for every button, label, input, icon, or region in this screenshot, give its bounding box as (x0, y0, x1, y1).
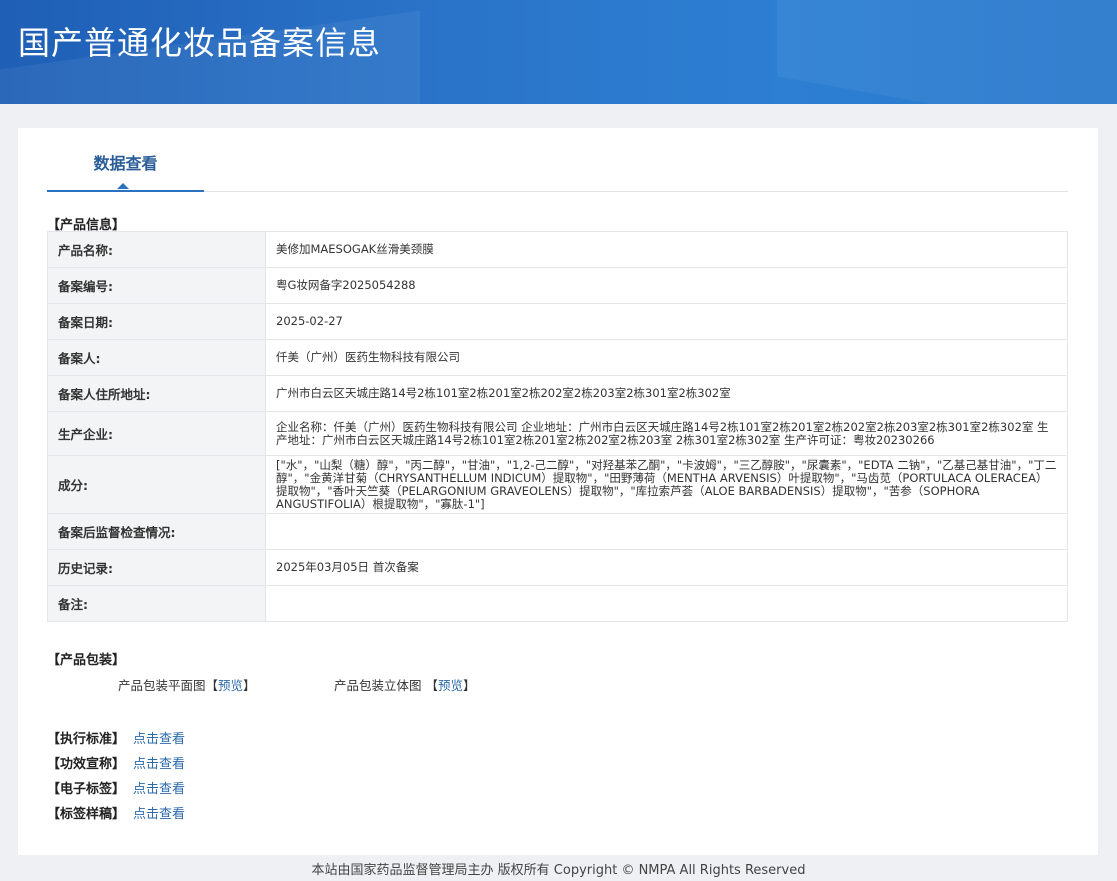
tab-bar: 数据查看 (47, 148, 1068, 192)
row-label: 产品名称: (47, 231, 266, 268)
content-panel: 数据查看 【产品信息】 产品名称: 美修加MAESOGAK丝滑美颈膜 备案编号:… (18, 128, 1098, 855)
row-label: 备案后监督检查情况: (47, 513, 266, 550)
e-label-view-link[interactable]: 点击查看 (133, 782, 185, 797)
row-label: 生产企业: (47, 411, 266, 456)
link-row-label: 【功效宣称】 (47, 757, 126, 772)
row-label: 备案编号: (47, 267, 266, 304)
row-value (265, 513, 1068, 550)
link-row-label: 【标签样稿】 (47, 807, 126, 822)
table-row: 备案编号: 粤G妆网备字2025054288 (47, 267, 1068, 304)
header-banner: 国产普通化妆品备案信息 (0, 0, 1117, 104)
row-value: 广州市白云区天城庄路14号2栋101室2栋201室2栋202室2栋203室2栋3… (265, 375, 1068, 412)
link-row-standard: 【执行标准】 点击查看 (47, 728, 185, 747)
footer-copyright: 本站由国家药品监督管理局主办 版权所有 Copyright © NMPA All… (311, 863, 806, 878)
row-label: 备案日期: (47, 303, 266, 340)
link-row-label: 【执行标准】 (47, 732, 126, 747)
table-row: 备案后监督检查情况: (47, 513, 1068, 550)
package-solid-label: 产品包装立体图 (334, 678, 422, 693)
table-row: 备案人住所地址: 广州市白云区天城庄路14号2栋101室2栋201室2栋202室… (47, 375, 1068, 412)
standard-view-link[interactable]: 点击查看 (133, 732, 185, 747)
link-row-e-label: 【电子标签】 点击查看 (47, 778, 185, 797)
row-value: 粤G妆网备字2025054288 (265, 267, 1068, 304)
table-row: 生产企业: 企业名称：仟美（广州）医药生物科技有限公司 企业地址：广州市白云区天… (47, 411, 1068, 456)
row-value: 2025-02-27 (265, 303, 1068, 340)
row-value (265, 585, 1068, 622)
product-info-table: 产品名称: 美修加MAESOGAK丝滑美颈膜 备案编号: 粤G妆网备字20250… (47, 231, 1068, 622)
package-flat-item: 产品包装平面图【预览】 (118, 678, 256, 693)
table-row: 成分: ["水"，"山梨（糖）醇"，"丙二醇"，"甘油"，"1,2-己二醇"，"… (47, 455, 1068, 514)
table-row: 备注: (47, 585, 1068, 622)
efficacy-view-link[interactable]: 点击查看 (133, 757, 185, 772)
banner-decoration (777, 0, 1117, 104)
row-value: ["水"，"山梨（糖）醇"，"丙二醇"，"甘油"，"1,2-己二醇"，"对羟基苯… (265, 455, 1068, 514)
row-label: 备案人: (47, 339, 266, 376)
table-row: 备案人: 仟美（广州）医药生物科技有限公司 (47, 339, 1068, 376)
row-label: 成分: (47, 455, 266, 514)
row-value: 2025年03月05日 首次备案 (265, 549, 1068, 586)
row-label: 备注: (47, 585, 266, 622)
table-row: 历史记录: 2025年03月05日 首次备案 (47, 549, 1068, 586)
section-title-packaging: 【产品包装】 (47, 653, 126, 668)
package-flat-label: 产品包装平面图 (118, 678, 206, 693)
table-row: 备案日期: 2025-02-27 (47, 303, 1068, 340)
tab-active-indicator (117, 183, 129, 189)
link-row-efficacy: 【功效宣称】 点击查看 (47, 753, 185, 772)
row-label: 备案人住所地址: (47, 375, 266, 412)
row-label: 历史记录: (47, 549, 266, 586)
package-solid-item: 产品包装立体图 【预览】 (334, 678, 476, 693)
table-row: 产品名称: 美修加MAESOGAK丝滑美颈膜 (47, 231, 1068, 268)
row-value: 仟美（广州）医药生物科技有限公司 (265, 339, 1068, 376)
row-value: 企业名称：仟美（广州）医药生物科技有限公司 企业地址：广州市白云区天城庄路14号… (265, 411, 1068, 456)
package-solid-preview-link[interactable]: 预览 (438, 678, 463, 693)
link-row-label-sample: 【标签样稿】 点击查看 (47, 803, 185, 822)
page-title: 国产普通化妆品备案信息 (18, 24, 382, 62)
label-sample-view-link[interactable]: 点击查看 (133, 807, 185, 822)
package-flat-preview-link[interactable]: 预览 (218, 678, 243, 693)
link-row-label: 【电子标签】 (47, 782, 126, 797)
row-value: 美修加MAESOGAK丝滑美颈膜 (265, 231, 1068, 268)
